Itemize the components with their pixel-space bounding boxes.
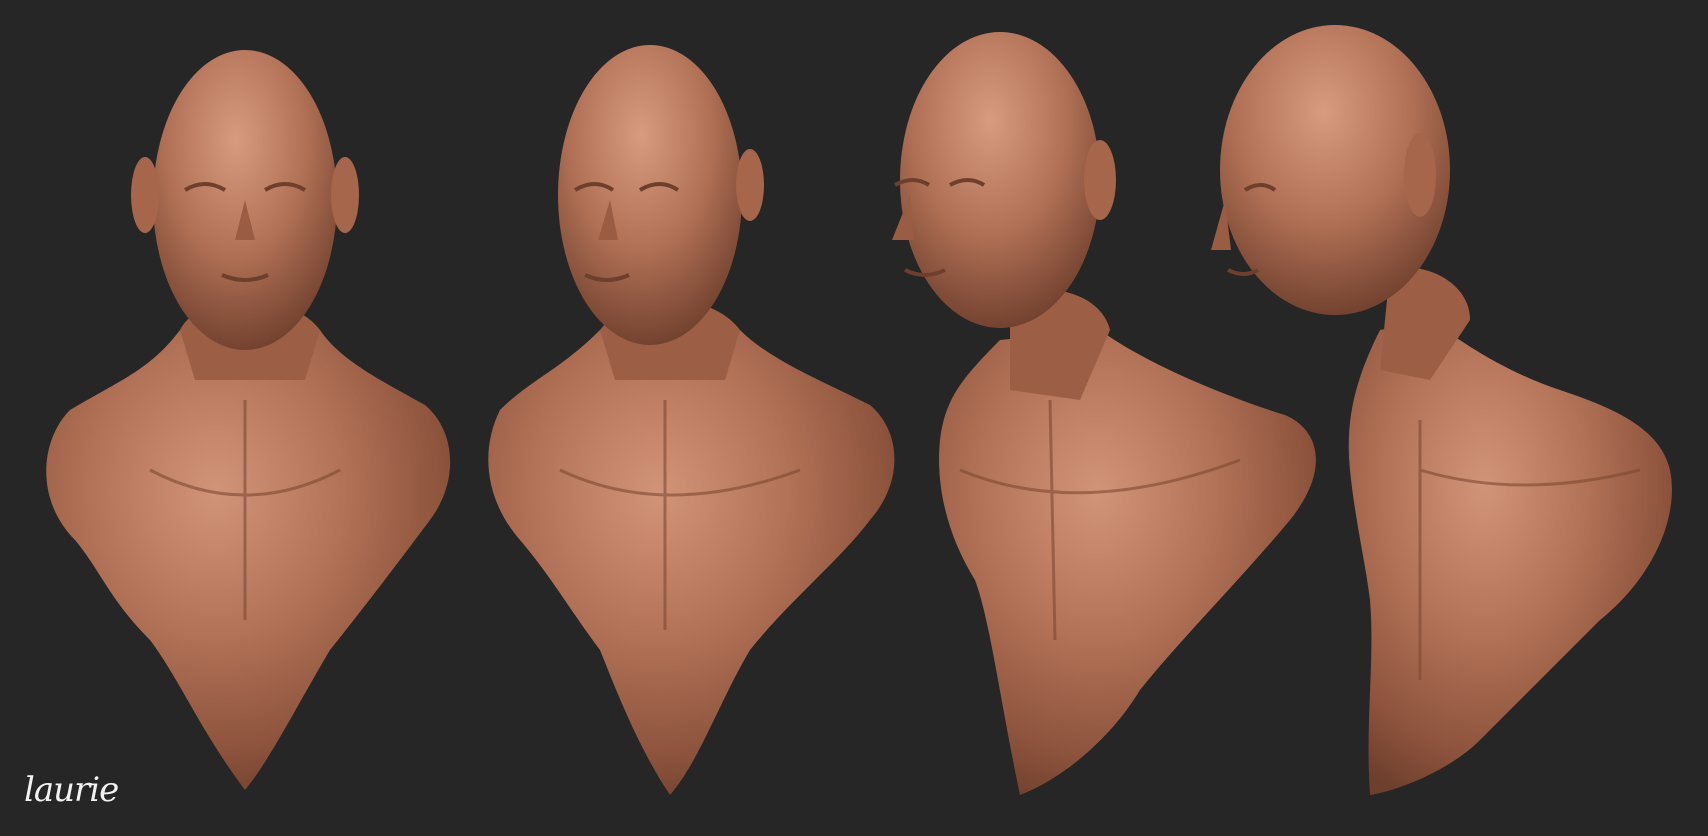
bust-profile-view (1211, 25, 1672, 795)
bust-three-quarter-view (488, 45, 895, 795)
bust-front-view (46, 50, 451, 790)
artist-signature: laurie (24, 770, 119, 810)
sculpt-render-canvas (46, 25, 1672, 795)
